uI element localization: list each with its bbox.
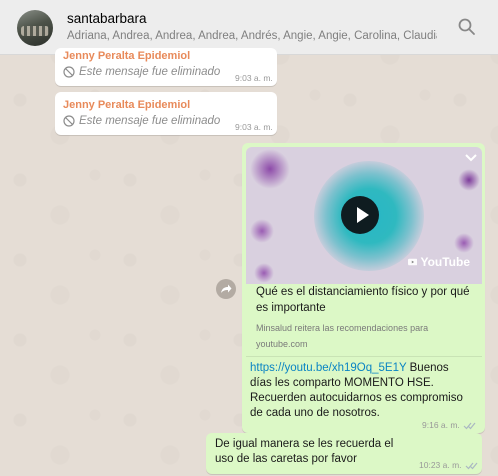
youtube-label: YouTube xyxy=(420,254,470,269)
chat-header[interactable]: santabarbara Adriana, Andrea, Andrea, An… xyxy=(0,0,498,55)
youtube-play-icon xyxy=(408,258,418,265)
message-time: 9:16 a. m. xyxy=(422,420,477,430)
message-time: 9:03 a. m. xyxy=(235,122,273,132)
preview-divider xyxy=(246,356,482,357)
chevron-down-icon[interactable] xyxy=(464,153,478,163)
thumbnail-blob xyxy=(454,233,474,253)
thumbnail-blob xyxy=(458,169,480,191)
message-time: 9:03 a. m. xyxy=(235,73,273,83)
deleted-text: Este mensaje fue eliminado xyxy=(63,115,220,127)
blocked-icon xyxy=(63,115,75,127)
message-time-label: 9:16 a. m. xyxy=(422,420,460,430)
outgoing-message[interactable]: De igual manera se les recuerda el uso d… xyxy=(206,433,482,474)
read-ticks-icon xyxy=(465,462,477,469)
link-preview-description: Minsalud reitera las recomendaciones par… xyxy=(256,320,478,352)
group-members: Adriana, Andrea, Andrea, Andrea, Andrés,… xyxy=(67,30,437,42)
youtube-badge: YouTube xyxy=(408,253,470,270)
forward-button[interactable] xyxy=(216,279,236,299)
group-name[interactable]: santabarbara xyxy=(67,11,147,26)
message-time-label: 10:23 a. m. xyxy=(419,460,462,470)
deleted-message[interactable]: Jenny Peralta Epidemiol Este mensaje fue… xyxy=(55,92,277,135)
video-url-link[interactable]: https://youtu.be/xh19Oq_5E1Y xyxy=(250,362,406,374)
thumbnail-blob xyxy=(254,263,274,283)
sender-name[interactable]: Jenny Peralta Epidemiol xyxy=(63,99,190,111)
forward-icon xyxy=(221,284,232,293)
sender-name[interactable]: Jenny Peralta Epidemiol xyxy=(63,50,190,62)
group-avatar[interactable] xyxy=(17,10,53,46)
message-time: 10:23 a. m. xyxy=(419,460,479,470)
message-text: De igual manera se les recuerda el uso d… xyxy=(215,438,394,465)
play-icon[interactable] xyxy=(357,207,369,223)
deleted-text: Este mensaje fue eliminado xyxy=(63,66,220,78)
video-message-text: https://youtu.be/xh19Oq_5E1Y Buenos días… xyxy=(250,361,468,421)
deleted-message[interactable]: Jenny Peralta Epidemiol Este mensaje fue… xyxy=(55,48,277,86)
link-preview-title[interactable]: Qué es el distanciamiento físico y por q… xyxy=(256,284,478,316)
link-preview-text: Minsalud reitera las recomendaciones par… xyxy=(256,323,429,333)
link-preview-domain: youtube.com xyxy=(256,339,308,349)
deleted-label: Este mensaje fue eliminado xyxy=(79,115,221,127)
deleted-label: Este mensaje fue eliminado xyxy=(79,66,221,78)
blocked-icon xyxy=(63,66,75,78)
read-ticks-icon xyxy=(463,422,476,429)
thumbnail-blob xyxy=(250,219,274,243)
search-icon[interactable] xyxy=(457,17,477,37)
thumbnail-blob xyxy=(250,149,290,189)
